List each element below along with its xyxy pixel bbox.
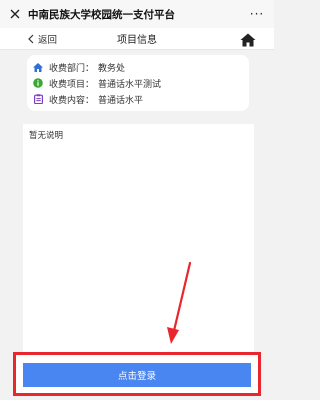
home-icon [33,62,43,72]
project-info-card: 收费部门： 教务处 收费项目： 普通话水平测试 收费内容： 普通话水平 [27,55,249,111]
login-highlight-box: 点击登录 [13,352,261,396]
app-title: 中南民族大学校园统一支付平台 [28,8,175,21]
close-icon[interactable] [8,7,22,21]
clipboard-icon [33,94,43,104]
info-value: 普通话水平测试 [98,79,162,90]
info-label: 收费内容： [49,95,95,106]
login-button[interactable]: 点击登录 [23,363,251,387]
info-row-department: 收费部门： 教务处 [33,59,243,75]
info-row-content: 收费内容： 普通话水平 [33,91,243,107]
more-menu-icon[interactable]: ··· [248,7,266,21]
page-title: 项目信息 [117,35,157,46]
info-value: 教务处 [98,63,126,74]
description-text: 暂无说明 [29,131,64,141]
app-title-bar: 中南民族大学校园统一支付平台 ··· [0,0,274,28]
info-value: 普通话水平 [98,95,144,106]
info-row-project: 收费项目： 普通话水平测试 [33,75,243,91]
page: 中南民族大学校园统一支付平台 ··· 返回 项目信息 收费部门： 教务处 收费项… [0,0,274,400]
home-button[interactable] [240,32,256,47]
info-label: 收费部门： [49,63,95,74]
info-icon [33,78,43,88]
description-panel: 暂无说明 [23,124,254,356]
info-label: 收费项目： [49,79,95,90]
home-icon [240,33,256,47]
nav-bar: 返回 项目信息 [0,28,274,50]
